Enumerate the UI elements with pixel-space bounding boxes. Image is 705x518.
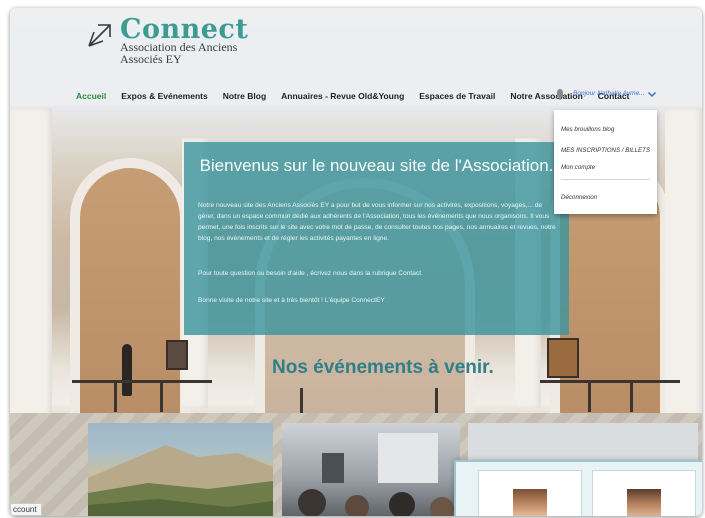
member-portrait bbox=[627, 489, 661, 516]
museum-rail-post bbox=[114, 380, 117, 412]
nav-item-blog[interactable]: Notre Blog bbox=[223, 91, 266, 101]
brand-subtitle: Association des Anciens Associés EY bbox=[120, 41, 280, 65]
museum-rail-post bbox=[160, 380, 163, 412]
nav-item-association[interactable]: Notre Association bbox=[510, 91, 582, 101]
events-heading: Nos événements à venir. bbox=[272, 357, 494, 378]
welcome-title: Bienvenus sur le nouveau site de l'Assoc… bbox=[199, 156, 554, 175]
mountain-landscape-image bbox=[88, 445, 273, 516]
museum-rail bbox=[72, 380, 212, 383]
member-card[interactable] bbox=[592, 470, 696, 516]
menu-item-mon-compte[interactable]: Mon compte bbox=[561, 164, 595, 171]
event-crowd-image bbox=[298, 433, 454, 516]
welcome-paragraph: Pour toute question ou besoin d'aide , é… bbox=[198, 270, 423, 277]
brand-subtitle-line: Associés EY bbox=[120, 52, 182, 66]
museum-rail bbox=[540, 380, 680, 383]
menu-item-inscriptions-billets[interactable]: MES INSCRIPTIONS / BILLETS bbox=[561, 147, 650, 154]
member-portrait bbox=[513, 489, 547, 516]
menu-divider bbox=[561, 179, 650, 180]
user-dropdown-menu: Mes brouillons blog MES INSCRIPTIONS / B… bbox=[554, 110, 657, 214]
nav-item-annuaires[interactable]: Annuaires - Revue Old&Young bbox=[281, 91, 404, 101]
logo-arrow-icon bbox=[88, 24, 111, 47]
event-thumbnail-photo[interactable] bbox=[282, 423, 460, 516]
nav-item-expos-evenements[interactable]: Expos & Evénements bbox=[121, 91, 207, 101]
event-thumbnail-painting[interactable] bbox=[88, 423, 273, 516]
browser-viewport: Connect Association des Anciens Associés… bbox=[10, 8, 702, 516]
museum-statue bbox=[122, 344, 132, 396]
member-card[interactable] bbox=[478, 470, 582, 516]
museum-rail-post bbox=[630, 380, 633, 412]
nav-item-espaces-travail[interactable]: Espaces de Travail bbox=[419, 91, 495, 101]
welcome-paragraph: Bonne visite de notre site et à très bie… bbox=[198, 297, 385, 304]
museum-painting bbox=[166, 340, 188, 370]
chevron-down-icon[interactable] bbox=[646, 88, 658, 100]
bell-icon[interactable] bbox=[554, 88, 566, 100]
museum-rail-post bbox=[588, 380, 591, 412]
menu-item-brouillons-blog[interactable]: Mes brouillons blog bbox=[561, 126, 614, 133]
welcome-panel: Bienvenus sur le nouveau site de l'Assoc… bbox=[184, 142, 569, 335]
museum-painting bbox=[547, 338, 579, 378]
account-tab[interactable]: ccount bbox=[10, 503, 42, 516]
site-header: Connect Association des Anciens Associés… bbox=[10, 8, 702, 106]
member-cards-panel bbox=[454, 460, 702, 516]
menu-item-deconnexion[interactable]: Déconnexion bbox=[561, 194, 597, 201]
welcome-paragraph: Notre nouveau site des Anciens Associés … bbox=[198, 202, 556, 242]
nav-item-accueil[interactable]: Accueil bbox=[76, 91, 106, 101]
museum-pillar bbox=[10, 108, 52, 428]
user-greeting-link[interactable]: Bonjour Nathalie Ayme... bbox=[573, 90, 645, 97]
